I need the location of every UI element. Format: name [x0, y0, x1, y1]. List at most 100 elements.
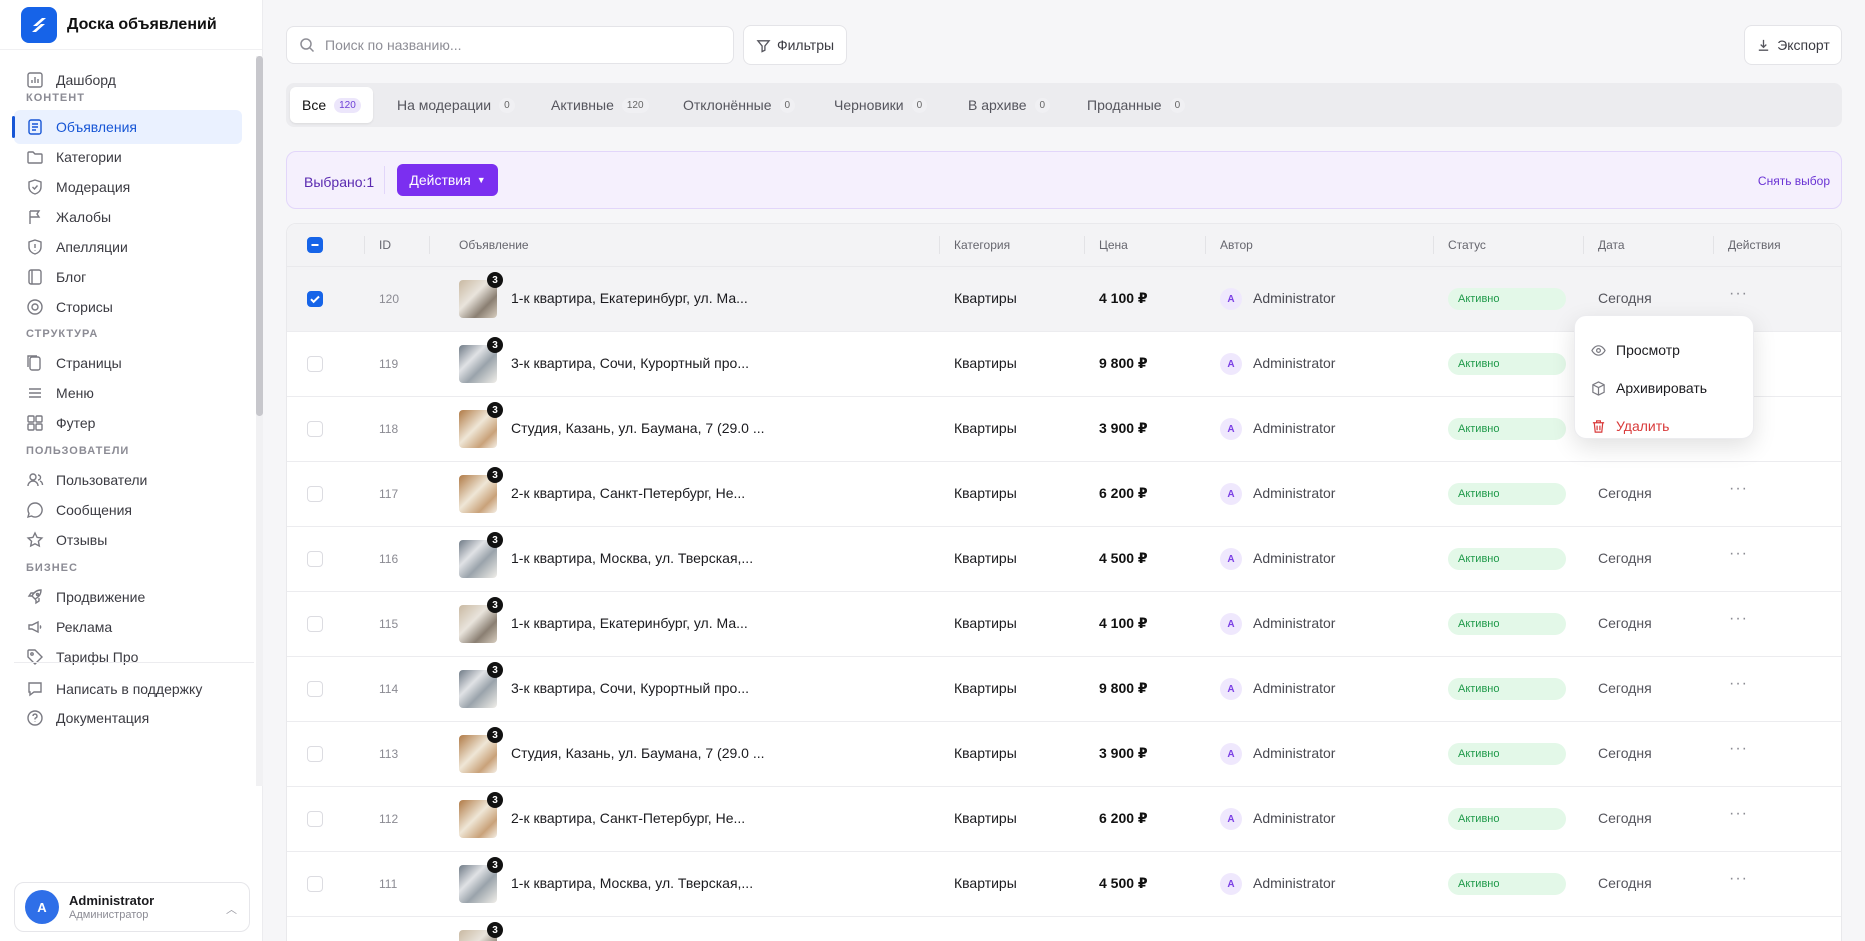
minus-icon	[311, 244, 319, 246]
listing-thumbnail[interactable]: 3	[459, 857, 503, 903]
sidebar-item-listings[interactable]: Объявления	[12, 110, 242, 144]
tab-moderation[interactable]: На модерации 0	[385, 87, 527, 123]
row-checkbox[interactable]	[307, 616, 323, 632]
row-checkbox[interactable]	[307, 291, 323, 307]
cell-title[interactable]: Студия, Казань, ул. Баумана, 7 (29.0 ...	[511, 420, 765, 436]
more-actions-icon[interactable]: ···	[1729, 610, 1748, 628]
table-row[interactable]: 115 3 1-к квартира, Екатеринбург, ул. Ма..…	[287, 592, 1841, 657]
sidebar-item-moderation[interactable]: Модерация	[14, 170, 242, 204]
listing-thumbnail[interactable]: 3	[459, 337, 503, 383]
header-listing[interactable]: Объявление	[459, 238, 529, 252]
user-menu[interactable]: A Administrator Администратор ︿	[14, 882, 250, 932]
listing-thumbnail[interactable]: 3	[459, 727, 503, 773]
header-date[interactable]: Дата	[1598, 238, 1625, 252]
more-actions-icon[interactable]: ···	[1729, 480, 1748, 498]
bulk-actions-button[interactable]: Действия ▼	[397, 164, 498, 196]
listing-thumbnail[interactable]: 3	[459, 597, 503, 643]
tab-archive[interactable]: В архиве 0	[956, 87, 1062, 123]
more-actions-icon[interactable]: ···	[1729, 805, 1748, 823]
table-row[interactable]: 113 3 Студия, Казань, ул. Баумана, 7 (29.0…	[287, 722, 1841, 787]
header-category[interactable]: Категория	[954, 238, 1010, 252]
row-checkbox[interactable]	[307, 486, 323, 502]
cell-title[interactable]: 3-к квартира, Сочи, Курортный про...	[511, 355, 749, 371]
row-checkbox[interactable]	[307, 421, 323, 437]
row-checkbox[interactable]	[307, 551, 323, 567]
more-actions-icon[interactable]: ···	[1729, 675, 1748, 693]
sidebar-item-users[interactable]: Пользователи	[14, 463, 242, 497]
listing-thumbnail[interactable]: 3	[459, 922, 503, 941]
select-all-checkbox[interactable]	[307, 237, 323, 253]
cell-title[interactable]: 1-к квартира, Москва, ул. Тверская,...	[511, 875, 753, 891]
tab-rejected[interactable]: Отклонённые 0	[671, 87, 807, 123]
brand[interactable]: Доска объявлений	[0, 0, 262, 50]
search-input[interactable]	[325, 37, 705, 53]
sidebar-item-complaints[interactable]: Жалобы	[14, 200, 242, 234]
sidebar-item-promotion[interactable]: Продвижение	[14, 580, 242, 614]
search-box[interactable]	[286, 26, 734, 64]
more-actions-icon[interactable]: ···	[1729, 740, 1748, 758]
sidebar-item-blog[interactable]: Блог	[14, 260, 242, 294]
listing-thumbnail[interactable]: 3	[459, 662, 503, 708]
status-badge: Активно	[1448, 418, 1566, 440]
header-id[interactable]: ID	[379, 238, 391, 252]
cell-title[interactable]: 2-к квартира, Санкт-Петербург, Не...	[511, 810, 745, 826]
row-checkbox[interactable]	[307, 746, 323, 762]
sidebar-item-label: Реклама	[56, 619, 113, 635]
sidebar-item-ads[interactable]: Реклама	[14, 610, 242, 644]
cell-title[interactable]: 1-к квартира, Москва, ул. Тверская,...	[511, 550, 753, 566]
export-button[interactable]: Экспорт	[1744, 25, 1842, 65]
cell-title[interactable]: Студия, Казань, ул. Баумана, 7 (29.0 ...	[511, 745, 765, 761]
table-row[interactable]: 114 3 3-к квартира, Сочи, Курортный про...…	[287, 657, 1841, 722]
sidebar-item-categories[interactable]: Категории	[14, 140, 242, 174]
listing-thumbnail[interactable]: 3	[459, 272, 503, 318]
table-row[interactable]: 112 3 2-к квартира, Санкт-Петербург, Не...…	[287, 787, 1841, 852]
tab-active[interactable]: Активные 120	[539, 87, 661, 123]
cell-title[interactable]: 2-к квартира, Санкт-Петербург, Не...	[511, 485, 745, 501]
table-row[interactable]: 111 3 1-к квартира, Москва, ул. Тверская,.…	[287, 852, 1841, 917]
tab-sold[interactable]: Проданные 0	[1075, 87, 1197, 123]
trash-icon	[1592, 419, 1605, 433]
header-price[interactable]: Цена	[1099, 238, 1128, 252]
sidebar-item-reviews[interactable]: Отзывы	[14, 523, 242, 557]
menu-item-archive[interactable]: Архивировать	[1591, 378, 1707, 398]
table-row[interactable]: 117 3 2-к квартира, Санкт-Петербург, Не...…	[287, 462, 1841, 527]
sidebar-item-footer[interactable]: Футер	[14, 406, 242, 440]
listing-thumbnail[interactable]: 3	[459, 402, 503, 448]
listing-thumbnail[interactable]: 3	[459, 792, 503, 838]
tab-all[interactable]: Все 120	[290, 87, 373, 123]
clear-selection-link[interactable]: Снять выбор	[1758, 174, 1830, 188]
table-row[interactable]: 3	[287, 917, 1841, 941]
cell-title[interactable]: 1-к квартира, Екатеринбург, ул. Ма...	[511, 615, 748, 631]
support-chat-icon	[28, 682, 42, 697]
section-label-content: КОНТЕНТ	[26, 92, 85, 104]
row-checkbox[interactable]	[307, 811, 323, 827]
row-checkbox[interactable]	[307, 356, 323, 372]
sidebar-item-pages[interactable]: Страницы	[14, 346, 242, 380]
row-checkbox[interactable]	[307, 876, 323, 892]
sidebar-item-messages[interactable]: Сообщения	[14, 493, 242, 527]
tab-drafts[interactable]: Черновики 0	[822, 87, 939, 123]
more-actions-icon[interactable]: ···	[1729, 545, 1748, 563]
sidebar-item-docs[interactable]: Документация	[14, 701, 242, 735]
sidebar-item-appeals[interactable]: Апелляции	[14, 230, 242, 264]
header-status[interactable]: Статус	[1448, 238, 1486, 252]
user-name: Administrator	[69, 893, 155, 908]
sidebar-item-menu[interactable]: Меню	[14, 376, 242, 410]
sidebar-scrollbar-thumb[interactable]	[256, 56, 263, 416]
cell-title[interactable]: 1-к квартира, Екатеринбург, ул. Ма...	[511, 290, 748, 306]
menu-item-delete[interactable]: Удалить	[1591, 416, 1669, 436]
menu-item-view[interactable]: Просмотр	[1591, 340, 1680, 360]
listing-thumbnail[interactable]: 3	[459, 532, 503, 578]
filters-button[interactable]: Фильтры	[743, 25, 847, 65]
listing-thumbnail[interactable]: 3	[459, 467, 503, 513]
sidebar-item-pro-plans[interactable]: Тарифы Про	[14, 640, 242, 674]
cell-title[interactable]: 3-к квартира, Сочи, Курортный про...	[511, 680, 749, 696]
header-author[interactable]: Автор	[1220, 238, 1253, 252]
sidebar-item-stories[interactable]: Сторисы	[14, 290, 242, 324]
shield-check-icon	[28, 179, 42, 195]
table-row[interactable]: 116 3 1-к квартира, Москва, ул. Тверская,.…	[287, 527, 1841, 592]
more-actions-icon[interactable]: ···	[1729, 870, 1748, 888]
cell-category: Квартиры	[954, 420, 1017, 436]
row-checkbox[interactable]	[307, 681, 323, 697]
more-actions-icon[interactable]: ···	[1729, 285, 1748, 303]
